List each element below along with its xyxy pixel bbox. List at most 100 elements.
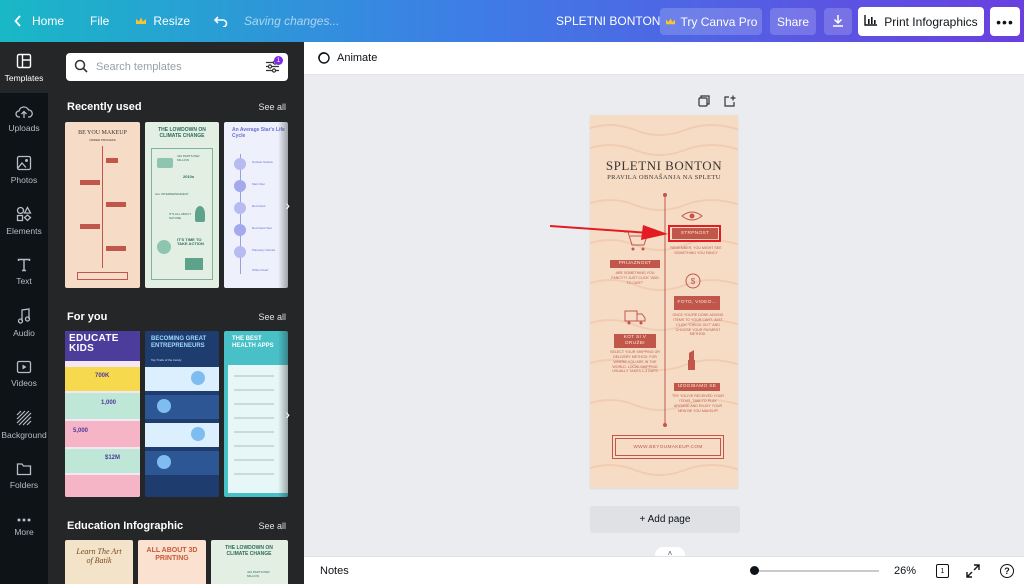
add-page-icon[interactable] — [724, 95, 736, 110]
rail-label: Audio — [13, 327, 35, 338]
videos-icon — [16, 360, 32, 374]
download-button[interactable] — [824, 8, 852, 35]
thumb-title: EDUCATE KIDS — [69, 333, 119, 354]
step-tag-5[interactable]: IZOGIBAMO SE — [674, 383, 720, 391]
help-button[interactable]: ? — [1000, 564, 1014, 578]
rail-item-audio[interactable]: Audio — [0, 297, 48, 348]
text-icon — [17, 258, 31, 272]
step-text-1[interactable]: REMEMBER, YOU MIGHT SEE SOMETHING YOU FA… — [670, 246, 722, 256]
thumb-title: THE LOWDOWN ON CLIMATE CHANGE — [225, 545, 273, 557]
zoom-slider-handle[interactable] — [750, 566, 759, 575]
step-tag-2[interactable]: PRIJAZNOST — [610, 260, 660, 268]
rail-item-more[interactable]: More — [0, 501, 48, 552]
template-thumb-makeup[interactable]: BE YOU MAKEUP ORDER PROCESS — [65, 122, 140, 288]
template-thumb-3d-printing[interactable]: ALL ABOUT 3D PRINTING — [138, 540, 206, 584]
filter-button[interactable]: 1 — [265, 56, 283, 77]
document-title[interactable]: SPLETNI BONTON — [556, 0, 660, 42]
home-button[interactable]: Home — [0, 0, 74, 42]
thumb-title: ALL ABOUT 3D PRINTING — [146, 547, 198, 562]
chevron-left-icon — [14, 15, 22, 27]
rail-item-videos[interactable]: Videos — [0, 348, 48, 399]
step-text-2[interactable]: ARE SOMETHING YOU FANCY?? JUST CLICK "AD… — [610, 271, 660, 286]
download-icon — [832, 14, 844, 30]
rail-item-text[interactable]: Text — [0, 246, 48, 297]
undo-button[interactable] — [204, 0, 238, 42]
thumb-title: Learn The Art of Batik — [76, 547, 122, 565]
templates-icon — [16, 53, 32, 69]
template-thumb-educate-kids[interactable]: EDUCATE KIDS 700K 1,000 5,000 $12M — [65, 331, 140, 497]
sliders-icon — [265, 60, 280, 77]
animate-icon — [316, 50, 330, 67]
infographic-footer[interactable]: WWW.BEYOUMAKEUP.COM — [612, 435, 724, 459]
bar-chart-icon — [864, 14, 878, 29]
duplicate-page-icon[interactable] — [698, 95, 710, 110]
print-button[interactable]: Print Infographics — [858, 7, 984, 36]
rail-label: Folders — [9, 479, 39, 490]
fullscreen-icon[interactable] — [966, 564, 980, 581]
step-tag-4[interactable]: KOT SI V DRUŽBI — [614, 334, 656, 348]
rail-item-elements[interactable]: Elements — [0, 195, 48, 246]
rail-label: Videos — [11, 377, 37, 388]
template-thumb-climate[interactable]: THE LOWDOWN ON CLIMATE CHANGE 416 PARTS … — [145, 122, 219, 288]
search-icon — [74, 59, 88, 76]
thumb-row: Nuclear Nebula — [252, 160, 273, 164]
resize-button[interactable]: Resize — [125, 0, 200, 42]
share-button[interactable]: Share — [770, 8, 816, 35]
thumb-stat: 700K — [95, 373, 110, 379]
template-thumb-entrepreneurs[interactable]: BECOMING GREAT ENTREPRENEURS Top Traits … — [145, 331, 219, 497]
step-text-3[interactable]: ONCE YOU'RE DONE ADDING ITEMS TO YOUR CA… — [672, 313, 724, 337]
resize-label: Resize — [153, 14, 191, 28]
rail-item-photos[interactable]: Photos — [0, 144, 48, 195]
zoom-slider[interactable] — [754, 570, 879, 572]
step-text-4[interactable]: SELECT YOUR SHIPPING OR DELIVERY METHOD.… — [610, 350, 660, 374]
save-status: Saving changes... — [244, 14, 340, 28]
template-thumb-batik[interactable]: Learn The Art of Batik — [65, 540, 133, 584]
section-title-education: Education Infographic — [67, 520, 184, 532]
thumb-row: Planetary Nebula — [252, 248, 276, 252]
step-tag-3[interactable]: FOTO, VIDEO... — [674, 296, 720, 310]
editor-toolbar: Animate — [304, 42, 1024, 75]
template-thumb-climate-2[interactable]: THE LOWDOWN ON CLIMATE CHANGE 416 PARTS … — [211, 540, 288, 584]
audio-icon — [17, 307, 31, 324]
rail-item-uploads[interactable]: Uploads — [0, 93, 48, 144]
rail-label: Text — [16, 275, 32, 286]
svg-text:$: $ — [691, 277, 696, 286]
infographic-title[interactable]: SPLETNI BONTON — [590, 158, 738, 174]
rail-item-background[interactable]: Background — [0, 399, 48, 450]
rail-label: Templates — [4, 72, 44, 83]
thumb-row: Red Giant — [252, 204, 266, 208]
step-text-5[interactable]: TRY YOU'VE RECEIVED YOUR ITEMS, TIME TO … — [672, 394, 724, 413]
scroll-right-arrow-icon[interactable]: › — [285, 197, 290, 213]
thumb-row: Main Star — [252, 182, 265, 186]
section-title-recent: Recently used — [67, 101, 142, 113]
thumb-row: 2010s — [183, 174, 195, 179]
elements-icon — [16, 205, 32, 222]
add-page-button[interactable]: + Add page — [590, 506, 740, 533]
infographic-subtitle[interactable]: PRAVILA OBNAŠANJA NA SPLETU — [590, 174, 738, 181]
rail-item-templates[interactable]: Templates — [0, 42, 48, 93]
try-pro-button[interactable]: Try Canva Pro — [660, 8, 762, 35]
page-count-icon[interactable]: 1 — [936, 564, 949, 578]
file-menu[interactable]: File — [80, 0, 119, 42]
search-input[interactable] — [96, 61, 256, 73]
rail-label: More — [14, 526, 34, 537]
see-all-education-link[interactable]: See all — [258, 521, 286, 531]
zoom-level[interactable]: 26% — [894, 565, 916, 577]
rail-label: Elements — [6, 225, 42, 236]
see-all-for-you-link[interactable]: See all — [258, 312, 286, 322]
animate-button[interactable]: Animate — [316, 50, 377, 67]
more-options-button[interactable]: ••• — [990, 7, 1020, 36]
rail-item-folders[interactable]: Folders — [0, 450, 48, 501]
thumb-title: BECOMING GREAT ENTREPRENEURS — [151, 336, 207, 349]
see-all-recent-link[interactable]: See all — [258, 102, 286, 112]
notes-button[interactable]: Notes — [320, 565, 349, 577]
search-box[interactable]: 1 — [66, 53, 288, 81]
print-label: Print Infographics — [884, 14, 978, 29]
infographic-page[interactable]: $ SPLETNI BONTON PRAVILA OBNAŠANJA NA SP… — [590, 115, 738, 488]
thumb-title: THE LOWDOWN ON CLIMATE CHANGE — [158, 127, 206, 139]
thumb-row: 416 PARTS PER MILLION — [177, 154, 200, 162]
thumb-stat: 5,000 — [73, 428, 89, 434]
scroll-fade — [278, 331, 304, 497]
thumb-subtitle: ORDER PROCESS — [89, 138, 116, 142]
scroll-right-arrow-icon[interactable]: › — [285, 406, 290, 422]
